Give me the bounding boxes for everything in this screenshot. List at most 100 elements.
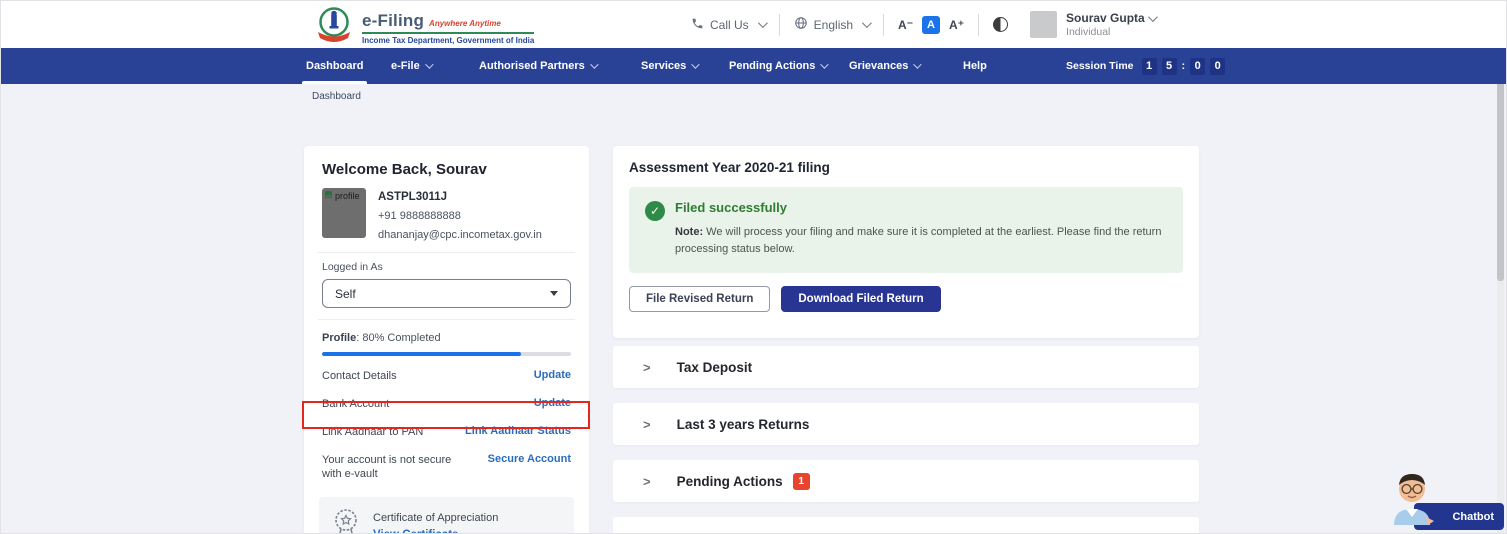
accordion-last-3-years-returns[interactable]: > Last 3 years Returns (613, 403, 1199, 445)
bank-account-row: Bank Account Update (322, 397, 571, 412)
contact-details-label: Contact Details (322, 369, 397, 384)
email-address: dhananjay@cpc.incometax.gov.in (378, 229, 542, 241)
globe-icon (794, 16, 808, 33)
phone-number: +91 9888888888 (378, 210, 542, 222)
brand-department: Income Tax Department, Government of Ind… (362, 36, 534, 45)
user-role: Individual (1066, 26, 1155, 38)
contact-details-row: Contact Details Update (322, 369, 571, 384)
nav-services[interactable]: Services (641, 48, 697, 84)
broken-image-icon (324, 190, 333, 201)
user-name: Sourav Gupta (1066, 11, 1145, 25)
breadcrumb[interactable]: Dashboard (312, 91, 361, 102)
file-revised-return-button[interactable]: File Revised Return (629, 286, 770, 312)
font-decrease-button[interactable]: A⁻ (898, 18, 913, 32)
chevron-right-icon: > (643, 531, 651, 534)
chevron-right-icon: > (643, 417, 651, 432)
filing-status-card: Assessment Year 2020-21 filing ✓ Filed s… (613, 146, 1199, 338)
pending-actions-count-badge: 1 (793, 473, 810, 490)
divider (779, 14, 780, 36)
chevron-down-icon (691, 60, 699, 68)
filing-buttons: File Revised Return Download Filed Retur… (629, 286, 1183, 312)
contact-details-update-link[interactable]: Update (534, 369, 571, 381)
profile-summary: profile ASTPL3011J +91 9888888888 dhanan… (322, 188, 571, 241)
call-us-label: Call Us (710, 18, 749, 32)
font-increase-button[interactable]: A⁺ (949, 18, 964, 32)
chevron-down-icon (550, 291, 558, 296)
rosette-icon (331, 507, 361, 534)
session-digit: 0 (1190, 58, 1205, 75)
profile-progress-fill (322, 352, 521, 356)
language-label: English (814, 18, 853, 32)
certificate-box: Certificate of Appreciation View Certifi… (319, 497, 574, 534)
chevron-down-icon (913, 60, 921, 68)
profile-completion-label: Profile: 80% Completed (322, 332, 571, 344)
link-aadhaar-label: Link Aadhaar to PAN (322, 425, 423, 440)
accordion-recent-forms-filed[interactable]: > Recent Forms Filed (613, 517, 1199, 534)
session-digit: 0 (1210, 58, 1225, 75)
chevron-right-icon: > (643, 474, 651, 489)
pan-number: ASTPL3011J (378, 191, 542, 203)
accordion-pending-actions[interactable]: > Pending Actions 1 (613, 460, 1199, 502)
secure-account-link[interactable]: Secure Account (488, 453, 571, 465)
session-time-label: Session Time (1066, 60, 1134, 72)
profile-photo-broken: profile (322, 188, 366, 238)
nav-grievances[interactable]: Grievances (849, 48, 919, 84)
chevron-down-icon (425, 60, 433, 68)
filed-success-banner: ✓ Filed successfully Note: We will proce… (629, 187, 1183, 273)
download-filed-return-button[interactable]: Download Filed Return (781, 286, 940, 312)
emblem-icon (314, 5, 354, 50)
top-header: e-Filing Anywhere Anytime Income Tax Dep… (1, 1, 1507, 48)
note-label: Note: (675, 226, 703, 238)
view-certificate-link[interactable]: View Certificate (373, 529, 498, 534)
font-default-button[interactable]: A (922, 16, 940, 34)
chevron-down-icon (758, 18, 768, 28)
chevron-down-icon (862, 18, 872, 28)
chevron-right-icon: > (643, 360, 651, 375)
evault-row: Your account is not secure with e-vault … (322, 453, 571, 483)
bank-account-update-link[interactable]: Update (534, 397, 571, 409)
nav-authorised-partners[interactable]: Authorised Partners (479, 48, 596, 84)
chatbot-label: Chatbot (1452, 511, 1494, 523)
call-us-menu[interactable]: Call Us (691, 17, 765, 33)
efiling-dashboard-screen: e-Filing Anywhere Anytime Income Tax Dep… (0, 0, 1507, 534)
filed-success-title: Filed successfully (675, 200, 1167, 215)
main-navbar: Dashboard e-File Authorised Partners Ser… (1, 48, 1507, 84)
link-aadhaar-status-link[interactable]: Link Aadhaar Status (465, 425, 571, 437)
session-timer: Session Time 1 5 : 0 0 (1066, 48, 1225, 84)
nav-dashboard[interactable]: Dashboard (306, 48, 363, 84)
divider (318, 319, 575, 320)
nav-help[interactable]: Help (963, 48, 987, 84)
font-size-controls: A⁻ A A⁺ (898, 16, 964, 34)
logged-in-as-select[interactable]: Self (322, 279, 571, 308)
header-right-cluster: Call Us English A⁻ A A⁺ (691, 1, 1155, 48)
filed-success-note: Note: We will process your filing and ma… (675, 224, 1167, 258)
divider (318, 252, 575, 253)
chatbot-avatar-icon (1384, 467, 1440, 534)
bank-account-label: Bank Account (322, 397, 389, 412)
session-digit: 1 (1142, 58, 1157, 75)
evault-label: Your account is not secure with e-vault (322, 453, 472, 483)
logged-in-as-value: Self (335, 287, 356, 301)
language-menu[interactable]: English (794, 16, 869, 33)
session-colon: : (1182, 60, 1186, 72)
nav-efile[interactable]: e-File (391, 48, 431, 84)
chevron-down-icon (590, 60, 598, 68)
nav-pending-actions[interactable]: Pending Actions (729, 48, 826, 84)
profile-progress-track (322, 352, 571, 356)
chevron-down-icon (821, 60, 829, 68)
user-avatar (1030, 11, 1057, 38)
phone-icon (691, 17, 704, 33)
accordion-tax-deposit[interactable]: > Tax Deposit (613, 346, 1199, 388)
logged-in-as-label: Logged in As (322, 261, 571, 273)
contrast-toggle-icon[interactable] (993, 17, 1008, 32)
user-menu[interactable]: Sourav Gupta Individual (1030, 11, 1155, 38)
divider (883, 14, 884, 36)
divider (978, 14, 979, 36)
brand-name: e-Filing (362, 11, 424, 31)
session-digit: 5 (1162, 58, 1177, 75)
filing-card-title: Assessment Year 2020-21 filing (629, 160, 1183, 175)
brand-text: e-Filing Anywhere Anytime Income Tax Dep… (362, 11, 534, 45)
link-aadhaar-row: Link Aadhaar to PAN Link Aadhaar Status (322, 425, 571, 440)
efiling-logo[interactable]: e-Filing Anywhere Anytime Income Tax Dep… (314, 5, 534, 50)
profile-photo-alt-text: profile (335, 191, 360, 201)
